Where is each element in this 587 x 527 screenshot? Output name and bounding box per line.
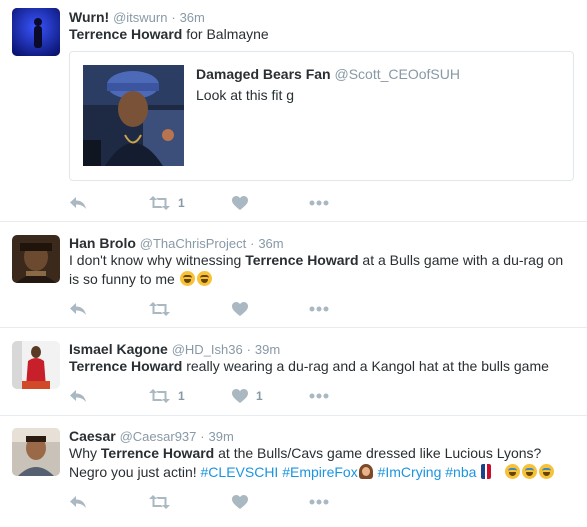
- heart-icon: [232, 302, 248, 316]
- retweet-count: 1: [178, 196, 185, 210]
- display-name[interactable]: Caesar: [69, 428, 116, 444]
- tweet-actions: [69, 493, 369, 511]
- avatar[interactable]: [12, 235, 60, 283]
- retweet-count: 1: [178, 389, 185, 403]
- separator: ·: [250, 236, 255, 251]
- heart-icon: [232, 389, 248, 403]
- display-name[interactable]: Han Brolo: [69, 235, 136, 251]
- woman-emoji-icon: [358, 464, 373, 479]
- tweet-text: Why Terrence Howard at the Bulls/Cavs ga…: [69, 444, 574, 482]
- nba-logo-icon: [481, 464, 492, 479]
- tweet: Wurn! @itswurn · 36m Terrence Howard for…: [0, 0, 587, 222]
- avatar[interactable]: [12, 428, 60, 476]
- reply-button[interactable]: [69, 194, 87, 212]
- more-dots-icon: [309, 200, 329, 206]
- retweet-icon: [149, 302, 170, 316]
- retweet-icon: [149, 196, 170, 210]
- hashtag-link[interactable]: #ImCrying: [378, 464, 442, 480]
- hashtag-link[interactable]: #nba: [445, 464, 476, 480]
- tweet: Caesar @Caesar937 · 39m Why Terrence How…: [0, 416, 587, 527]
- retweet-icon: [149, 389, 170, 403]
- tears-of-joy-emoji-icon: [538, 464, 554, 479]
- heart-icon: [232, 196, 248, 210]
- like-button[interactable]: [232, 300, 256, 318]
- tweet-text: Terrence Howard for Balmayne: [69, 25, 574, 44]
- avatar[interactable]: [12, 341, 60, 389]
- highlighted-term: Terrence Howard: [245, 252, 359, 268]
- avatar[interactable]: [12, 8, 60, 56]
- retweet-button[interactable]: 1: [149, 194, 185, 212]
- tweet-text-pre: Why: [69, 445, 101, 461]
- timestamp[interactable]: 39m: [209, 429, 234, 444]
- username[interactable]: @itswurn: [113, 10, 167, 25]
- reply-button[interactable]: [69, 300, 87, 318]
- timestamp[interactable]: 39m: [255, 342, 280, 357]
- username[interactable]: @ThaChrisProject: [140, 236, 246, 251]
- tweet-text-rest: really wearing a du-rag and a Kangol hat…: [182, 358, 549, 374]
- more-dots-icon: [309, 499, 329, 505]
- highlighted-term: Terrence Howard: [69, 358, 183, 374]
- more-button[interactable]: [309, 194, 329, 212]
- more-button[interactable]: [309, 493, 329, 511]
- timestamp[interactable]: 36m: [180, 10, 205, 25]
- tweet-text-rest: for Balmayne: [182, 26, 269, 42]
- separator: ·: [200, 429, 205, 444]
- quoted-text: Look at this fit g: [196, 87, 295, 103]
- retweet-button[interactable]: 1: [149, 387, 185, 405]
- display-name[interactable]: Ismael Kagone: [69, 341, 168, 357]
- tears-of-joy-emoji-icon: [521, 464, 537, 479]
- tears-of-joy-emoji-icon: [504, 464, 520, 479]
- quoted-header: Damaged Bears Fan @Scott_CEOofSUH: [196, 65, 460, 83]
- tweet: Ismael Kagone @HD_Ish36 · 39m Terrence H…: [0, 328, 587, 416]
- like-button[interactable]: [232, 493, 256, 511]
- hashtag-link[interactable]: #EmpireFox: [282, 464, 357, 480]
- tweet-actions: 1: [69, 194, 369, 212]
- quoted-username[interactable]: @Scott_CEOofSUH: [335, 66, 460, 82]
- tweet-text: Terrence Howard really wearing a du-rag …: [69, 357, 574, 376]
- like-button[interactable]: 1: [232, 387, 263, 405]
- username[interactable]: @Caesar937: [120, 429, 197, 444]
- tweet-text-pre: I don't know why witnessing: [69, 252, 246, 268]
- laughing-emoji-icon: [196, 271, 212, 286]
- heart-icon: [232, 495, 248, 509]
- retweet-icon: [149, 495, 170, 509]
- like-button[interactable]: [232, 194, 256, 212]
- separator: ·: [171, 10, 176, 25]
- quoted-photo[interactable]: [83, 65, 184, 166]
- more-dots-icon: [309, 393, 329, 399]
- retweet-button[interactable]: [149, 493, 178, 511]
- reply-icon: [70, 496, 86, 508]
- tweet: Han Brolo @ThaChrisProject · 36m I don't…: [0, 222, 587, 328]
- timestamp[interactable]: 36m: [258, 236, 283, 251]
- quoted-tweet[interactable]: Damaged Bears Fan @Scott_CEOofSUH Look a…: [69, 51, 574, 181]
- quoted-display-name[interactable]: Damaged Bears Fan: [196, 66, 331, 82]
- like-count: 1: [256, 389, 263, 403]
- highlighted-term: Terrence Howard: [69, 26, 183, 42]
- reply-button[interactable]: [69, 493, 87, 511]
- more-dots-icon: [309, 306, 329, 312]
- more-button[interactable]: [309, 387, 329, 405]
- laughing-emoji-icon: [179, 271, 195, 286]
- reply-icon: [70, 390, 86, 402]
- tweet-actions: 1 1: [69, 387, 369, 405]
- reply-icon: [70, 197, 86, 209]
- display-name[interactable]: Wurn!: [69, 9, 109, 25]
- retweet-button[interactable]: [149, 300, 178, 318]
- hashtag-link[interactable]: #CLEVSCHI: [201, 464, 279, 480]
- tweet-text: I don't know why witnessing Terrence How…: [69, 251, 574, 289]
- more-button[interactable]: [309, 300, 329, 318]
- separator: ·: [246, 342, 251, 357]
- username[interactable]: @HD_Ish36: [172, 342, 243, 357]
- reply-icon: [70, 303, 86, 315]
- reply-button[interactable]: [69, 387, 87, 405]
- highlighted-term: Terrence Howard: [100, 445, 215, 461]
- tweet-actions: [69, 300, 369, 318]
